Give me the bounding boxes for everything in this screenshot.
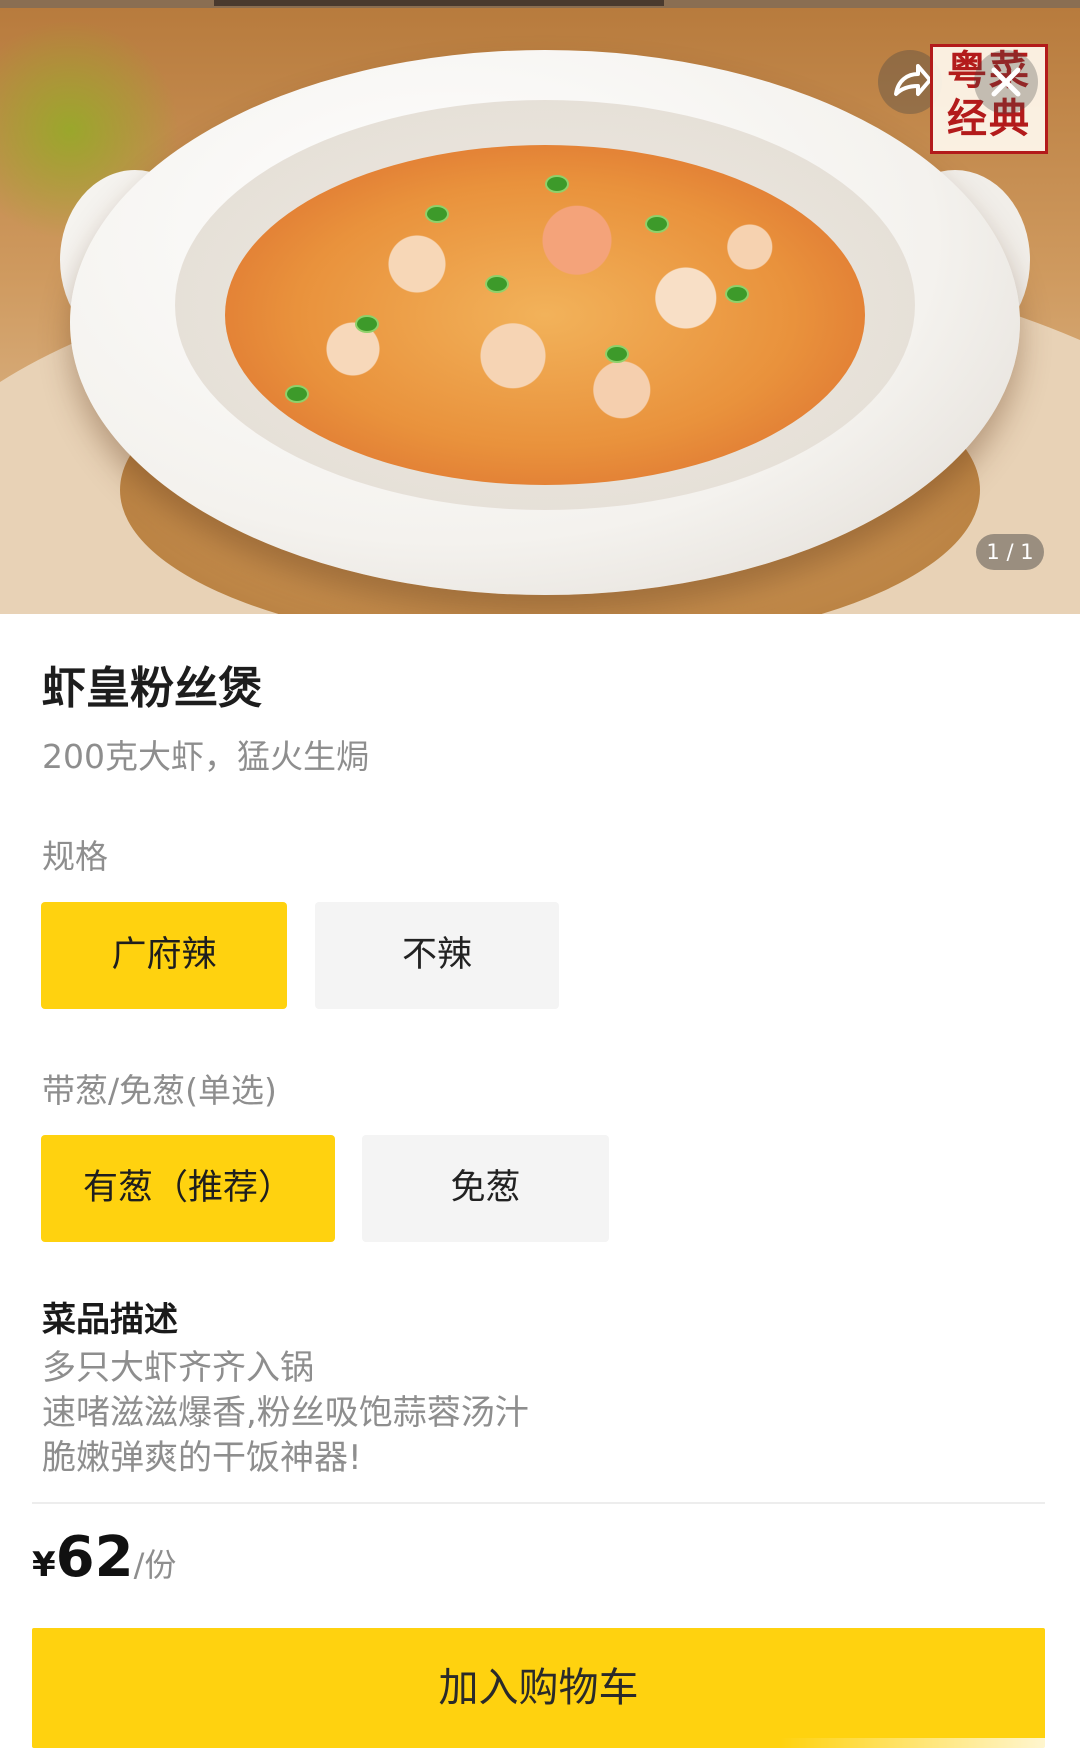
price: ¥62/份 bbox=[32, 1525, 176, 1599]
scallion-garnish bbox=[605, 345, 629, 363]
price-amount: 62 bbox=[55, 1525, 134, 1590]
scallion-garnish bbox=[645, 215, 669, 233]
shrimp-vermicelli-food bbox=[225, 145, 865, 485]
scallion-label: 带葱/免葱(单选) bbox=[42, 1071, 277, 1110]
spec-option-cantonese-spicy[interactable]: 广府辣 bbox=[41, 902, 287, 1009]
description-title: 菜品描述 bbox=[42, 1300, 178, 1340]
scallion-option-without[interactable]: 免葱 bbox=[362, 1135, 609, 1242]
scallion-garnish bbox=[725, 285, 749, 303]
scallion-garnish bbox=[355, 315, 379, 333]
top-strip-dark bbox=[214, 0, 664, 6]
scallion-garnish bbox=[285, 385, 309, 403]
scallion-option-with[interactable]: 有葱（推荐） bbox=[41, 1135, 335, 1242]
spec-label: 规格 bbox=[42, 837, 108, 876]
divider bbox=[32, 1502, 1045, 1504]
add-to-cart-button[interactable]: 加入购物车 bbox=[32, 1628, 1045, 1748]
scallion-garnish bbox=[545, 175, 569, 193]
dish-title: 虾皇粉丝煲 bbox=[42, 663, 262, 714]
scallion-garnish bbox=[485, 275, 509, 293]
dish-tagline: 200克大虾，猛火生焗 bbox=[42, 737, 369, 776]
bottom-fade bbox=[780, 1738, 1080, 1764]
close-icon bbox=[991, 67, 1021, 97]
dish-photo: 粤菜 经典 1 / 1 bbox=[0, 0, 1080, 614]
spec-option-not-spicy[interactable]: 不辣 bbox=[315, 902, 559, 1009]
price-unit: /份 bbox=[133, 1546, 177, 1584]
close-button[interactable] bbox=[974, 50, 1038, 114]
image-pager: 1 / 1 bbox=[976, 534, 1044, 570]
description-line: 脆嫩弹爽的干饭神器! bbox=[42, 1438, 362, 1478]
price-currency: ¥ bbox=[32, 1545, 56, 1585]
scallion-garnish bbox=[425, 205, 449, 223]
description-line: 速啫滋滋爆香,粉丝吸饱蒜蓉汤汁 bbox=[42, 1393, 529, 1433]
description-line: 多只大虾齐齐入锅 bbox=[42, 1348, 314, 1388]
